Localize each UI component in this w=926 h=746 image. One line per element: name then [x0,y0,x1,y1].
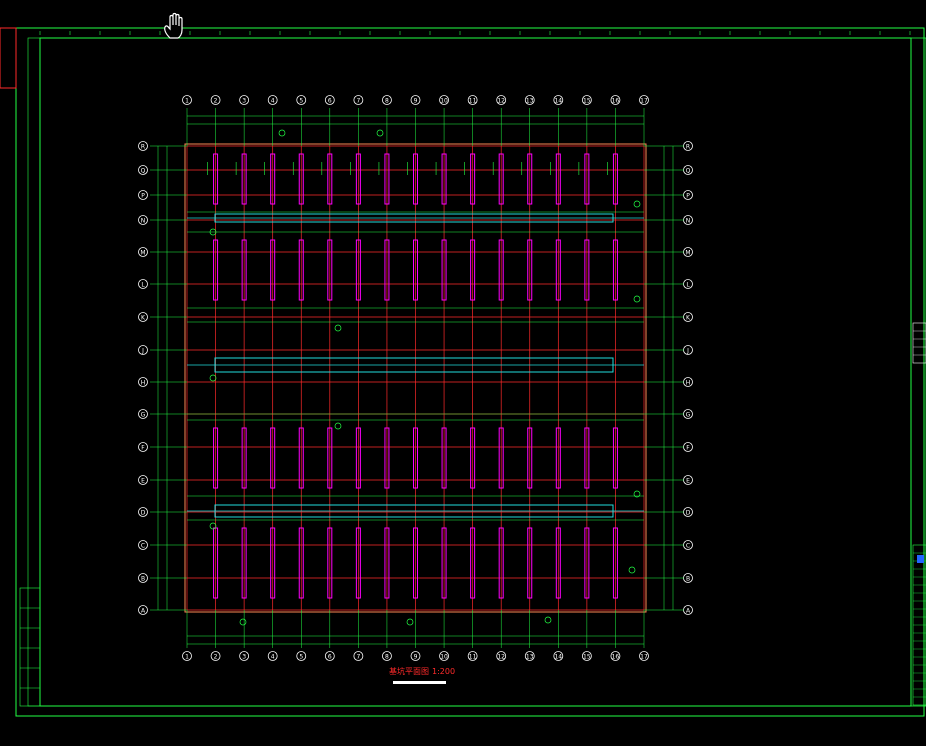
callout-marker [334,324,342,332]
drawing-title-text: 基坑平面图 [389,667,429,676]
row-bubble-right-label: M [685,249,690,256]
row-bubble-left-label: N [141,217,146,224]
callout-marker [278,129,286,137]
col-bubble-top-label: 7 [356,97,360,104]
col-bubble-top-label: 15 [583,97,591,104]
row-bubble-right-label: G [686,411,691,418]
col-bubble-top-label: 13 [526,97,534,104]
col-bubble-top-label: 14 [554,97,562,104]
col-bubble-top-label: 11 [469,97,477,104]
col-bubble-top-label: 3 [242,97,246,104]
col-bubble-bottom-label: 11 [469,653,477,660]
callout-marker [239,618,247,626]
callout-marker [633,200,641,208]
col-bubble-bottom-label: 5 [299,653,303,660]
title-underline [393,681,446,684]
row-bubble-left-label: F [141,444,145,451]
col-bubble-top-label: 16 [612,97,620,104]
drawing-scale: 1:200 [432,667,456,676]
col-bubble-bottom-label: 16 [612,653,620,660]
cad-drawing-canvas[interactable]: 1122334455667788991010111112121313141415… [0,0,926,746]
col-bubble-bottom-label: 14 [554,653,562,660]
callout-marker [633,295,641,303]
row-bubble-left-label: E [141,477,145,484]
row-bubble-left-label: J [141,347,144,354]
drawing-title: 基坑平面图 1:200 [389,666,455,677]
col-bubble-bottom-label: 13 [526,653,534,660]
col-bubble-bottom-label: 17 [640,653,648,660]
row-bubble-right-label: D [686,509,691,516]
row-bubble-right-label: B [686,575,690,582]
col-bubble-bottom-label: 8 [385,653,389,660]
row-bubble-right-label: F [686,444,690,451]
left-stamp-box [19,587,41,707]
row-bubble-left-label: M [140,249,145,256]
row-bubble-left-label: P [141,192,145,199]
row-bubble-left-label: R [141,143,145,150]
col-bubble-top-label: 1 [185,97,189,104]
col-bubble-bottom-label: 12 [497,653,505,660]
binding-strip [27,37,41,707]
red-corner-box [0,27,17,89]
col-bubble-bottom-label: 15 [583,653,591,660]
col-bubble-top-label: 17 [640,97,648,104]
row-bubble-left-label: Q [141,167,146,174]
col-bubble-bottom-label: 4 [271,653,275,660]
row-bubble-left-label: G [141,411,146,418]
row-bubble-left-label: B [141,575,145,582]
col-bubble-bottom-label: 6 [328,653,332,660]
col-bubble-top-label: 10 [440,97,448,104]
col-bubble-top-label: 6 [328,97,332,104]
callout-marker [544,616,552,624]
row-bubble-right-label: R [686,143,690,150]
col-bubble-top-label: 9 [414,97,418,104]
row-bubble-right-label: J [686,347,689,354]
row-bubble-left-label: H [141,379,146,386]
callout-marker [406,618,414,626]
col-bubble-top-label: 2 [214,97,218,104]
col-bubble-bottom-label: 3 [242,653,246,660]
callout-marker [376,129,384,137]
col-bubble-top-label: 5 [299,97,303,104]
col-bubble-bottom-label: 2 [214,653,218,660]
col-bubble-top-label: 8 [385,97,389,104]
row-bubble-left-label: D [141,509,146,516]
row-bubble-left-label: C [141,542,145,549]
callout-marker [209,522,217,530]
row-bubble-right-label: E [686,477,690,484]
row-bubble-right-label: Q [686,167,691,174]
col-bubble-bottom-label: 1 [185,653,189,660]
logo-mark [917,555,924,563]
callout-marker [628,566,636,574]
col-bubble-bottom-label: 9 [414,653,418,660]
hand-cursor-icon [164,12,183,39]
col-bubble-top-label: 4 [271,97,275,104]
callout-marker [209,374,217,382]
row-bubble-right-label: N [686,217,691,224]
callout-marker [334,422,342,430]
row-bubble-right-label: C [686,542,690,549]
row-bubble-right-label: H [686,379,691,386]
col-bubble-bottom-label: 10 [440,653,448,660]
col-bubble-bottom-label: 7 [356,653,360,660]
col-bubble-top-label: 12 [497,97,505,104]
row-bubble-right-label: P [686,192,690,199]
